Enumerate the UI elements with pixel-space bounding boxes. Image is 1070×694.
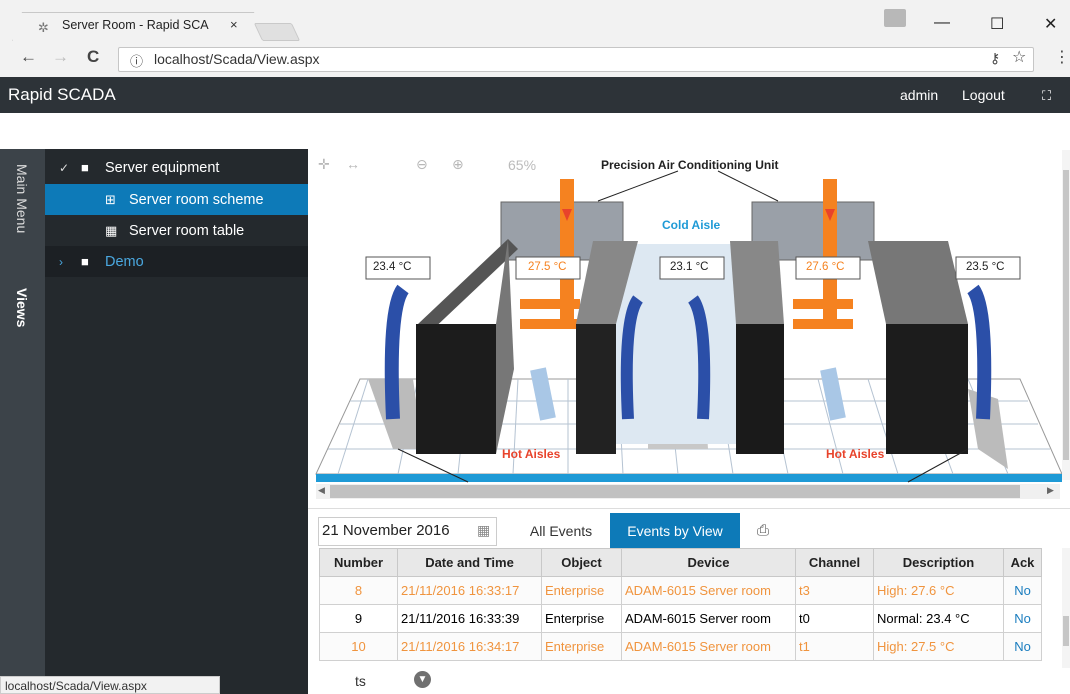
events-footer-label: ts: [355, 673, 366, 689]
tab-views[interactable]: Views: [14, 288, 30, 327]
tree-item-label: Server room scheme: [129, 191, 264, 208]
back-icon[interactable]: ←: [20, 47, 37, 67]
ac-unit-title: Precision Air Conditioning Unit: [601, 158, 779, 172]
cell-number: 9: [319, 604, 398, 633]
forward-icon[interactable]: →: [52, 47, 69, 67]
table-row[interactable]: 10 21/11/2016 16:34:17 Enterprise ADAM-6…: [319, 632, 1042, 661]
gear-icon: ✲: [38, 20, 49, 35]
move-icon[interactable]: ✛: [318, 156, 330, 173]
extension-icon[interactable]: ⚷: [990, 50, 1000, 67]
cell-device: ADAM-6015 Server room: [621, 576, 796, 605]
cell-number: 8: [319, 576, 398, 605]
cell-description: High: 27.6 °C: [873, 576, 1004, 605]
reload-icon[interactable]: C: [87, 47, 99, 67]
tree-item-label: Server equipment: [105, 159, 220, 176]
cell-channel: t0: [795, 604, 874, 633]
tree-item-label: Server room table: [129, 222, 245, 239]
tree-item-server-equipment[interactable]: ✓ ■ Server equipment: [45, 152, 308, 183]
zoom-in-icon[interactable]: ⊕: [452, 156, 464, 173]
vertical-scrollbar-thumb[interactable]: [1063, 170, 1069, 460]
scheme-icon: ⊞: [105, 191, 116, 207]
new-tab-button[interactable]: [253, 23, 301, 41]
scroll-right-icon[interactable]: ▶: [1047, 485, 1054, 496]
collapse-events-icon[interactable]: ▼: [414, 671, 431, 688]
window-close-button[interactable]: ✕: [1044, 14, 1057, 34]
cell-description: Normal: 23.4 °C: [873, 604, 1004, 633]
status-bar-url: localhost/Scada/View.aspx: [0, 676, 220, 694]
col-datetime[interactable]: Date and Time: [397, 548, 542, 577]
chevron-down-icon: ✓: [59, 160, 70, 175]
events-scrollbar[interactable]: [1062, 548, 1070, 668]
ack-link[interactable]: No: [1003, 632, 1042, 661]
cell-channel: t1: [795, 632, 874, 661]
folder-icon: ■: [81, 254, 89, 269]
temp-sensor-2[interactable]: 27.5 °C: [528, 261, 566, 273]
fullscreen-icon[interactable]: ⛶: [1042, 88, 1051, 104]
col-ack[interactable]: Ack: [1003, 548, 1042, 577]
cold-aisle-label: Cold Aisle: [662, 218, 721, 232]
zoom-level: 65%: [508, 157, 537, 173]
cell-object: Enterprise: [541, 632, 622, 661]
server-room-diagram: [315, 170, 1063, 483]
tree-item-server-room-scheme[interactable]: ⊞ Server room scheme: [45, 184, 308, 215]
tab-main-menu[interactable]: Main Menu: [14, 164, 30, 233]
col-number[interactable]: Number: [319, 548, 398, 577]
calendar-icon[interactable]: ▦: [477, 522, 490, 539]
col-channel[interactable]: Channel: [795, 548, 874, 577]
zoom-out-icon[interactable]: ⊖: [416, 156, 428, 173]
bookmark-star-icon[interactable]: ☆: [1012, 47, 1026, 67]
temp-sensor-5[interactable]: 23.5 °C: [966, 261, 1004, 273]
temp-sensor-4[interactable]: 27.6 °C: [806, 261, 844, 273]
cell-datetime: 21/11/2016 16:34:17: [397, 632, 542, 661]
browser-menu-icon[interactable]: ⋮: [1054, 47, 1070, 67]
hot-aisles-label: Hot Aisles: [502, 447, 561, 461]
cell-channel: t3: [795, 576, 874, 605]
minimize-button[interactable]: —: [934, 14, 950, 32]
cell-description: High: 27.5 °C: [873, 632, 1004, 661]
app-brand[interactable]: Rapid SCADA: [8, 85, 116, 105]
cell-datetime: 21/11/2016 16:33:39: [397, 604, 542, 633]
maximize-button[interactable]: ☐: [990, 14, 1004, 34]
logout-link[interactable]: Logout: [962, 87, 1005, 103]
temp-sensor-3[interactable]: 23.1 °C: [670, 261, 708, 273]
cell-object: Enterprise: [541, 604, 622, 633]
cell-object: Enterprise: [541, 576, 622, 605]
cell-device: ADAM-6015 Server room: [621, 632, 796, 661]
ack-link[interactable]: No: [1003, 604, 1042, 633]
events-scrollbar-thumb[interactable]: [1063, 616, 1069, 646]
events-table: Number Date and Time Object Device Chann…: [319, 548, 1042, 661]
cell-number: 10: [319, 632, 398, 661]
table-icon: ▦: [105, 222, 118, 238]
scroll-left-icon[interactable]: ◀: [318, 485, 325, 496]
col-description[interactable]: Description: [873, 548, 1004, 577]
cell-device: ADAM-6015 Server room: [621, 604, 796, 633]
table-row[interactable]: 8 21/11/2016 16:33:17 Enterprise ADAM-60…: [319, 576, 1042, 605]
col-device[interactable]: Device: [621, 548, 796, 577]
tree-item-label: Demo: [105, 253, 144, 270]
browser-tab-title: Server Room - Rapid SCA: [62, 18, 209, 32]
cell-datetime: 21/11/2016 16:33:17: [397, 576, 542, 605]
hot-aisles-label: Hot Aisles: [826, 447, 885, 461]
tree-item-server-room-table[interactable]: ▦ Server room table: [45, 215, 308, 246]
tree-item-demo[interactable]: › ■ Demo: [45, 246, 308, 277]
horizontal-scrollbar-thumb[interactable]: [330, 485, 1020, 498]
tab-close-icon[interactable]: ×: [230, 17, 238, 32]
fit-width-icon[interactable]: ↔: [346, 156, 360, 172]
user-link[interactable]: admin: [900, 87, 938, 103]
date-value: 21 November 2016: [322, 522, 450, 539]
print-icon[interactable]: ⎙: [757, 522, 769, 539]
info-icon[interactable]: ⓘ: [130, 51, 143, 70]
chevron-right-icon: ›: [59, 254, 63, 269]
profile-icon[interactable]: [884, 9, 906, 27]
url-text: localhost/Scada/View.aspx: [154, 51, 320, 67]
tab-all-events[interactable]: All Events: [513, 513, 609, 549]
tab-events-by-view[interactable]: Events by View: [610, 513, 740, 549]
table-row[interactable]: 9 21/11/2016 16:33:39 Enterprise ADAM-60…: [319, 604, 1042, 633]
folder-icon: ■: [81, 160, 89, 175]
scheme-canvas[interactable]: [308, 149, 1070, 508]
events-table-header: Number Date and Time Object Device Chann…: [319, 548, 1042, 577]
temp-sensor-1[interactable]: 23.4 °C: [373, 261, 411, 273]
col-object[interactable]: Object: [541, 548, 622, 577]
ack-link[interactable]: No: [1003, 576, 1042, 605]
